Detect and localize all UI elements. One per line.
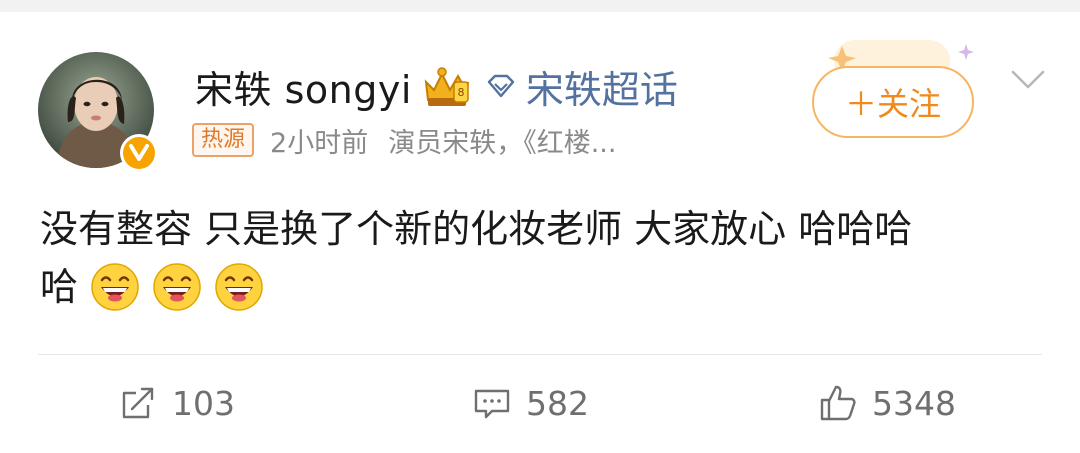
hot-source-tag[interactable]: 热源 bbox=[192, 123, 255, 157]
post-time: 2小时前 bbox=[270, 127, 369, 159]
post-text-line-1: 没有整容 只是换了个新的化妆老师 大家放心 哈哈哈 bbox=[40, 207, 913, 251]
comment-icon bbox=[474, 389, 510, 419]
repost-count: 103 bbox=[172, 383, 235, 423]
post-text-line-2-container: 哈 bbox=[40, 258, 1040, 316]
follow-button[interactable]: ＋关注 bbox=[812, 66, 974, 138]
post-text-line-2: 哈 bbox=[40, 265, 79, 309]
author-description: 演员宋轶，《红楼... bbox=[388, 127, 617, 159]
top-separator bbox=[0, 0, 1080, 12]
svg-text:8: 8 bbox=[457, 86, 464, 99]
supertopic-link[interactable]: 宋轶超话 bbox=[526, 59, 678, 114]
laughing-emoji-icon bbox=[91, 263, 139, 311]
repost-icon bbox=[122, 387, 154, 419]
post-meta: 热源 2小时前 演员宋轶，《红楼... bbox=[192, 122, 617, 159]
comment-count: 582 bbox=[526, 383, 589, 423]
laughing-emoji-icon bbox=[153, 263, 201, 311]
repost-button[interactable]: 103 bbox=[118, 380, 235, 426]
laughing-emoji-icon bbox=[215, 263, 263, 311]
verified-badge bbox=[120, 134, 158, 172]
action-bar-divider bbox=[38, 354, 1042, 355]
like-button[interactable]: 5348 bbox=[818, 380, 956, 426]
post-content: 没有整容 只是换了个新的化妆老师 大家放心 哈哈哈 哈 bbox=[40, 200, 1040, 316]
author-avatar-container[interactable] bbox=[38, 52, 158, 172]
thumbs-up-icon bbox=[820, 385, 856, 421]
like-count: 5348 bbox=[872, 383, 956, 423]
verified-v-icon bbox=[129, 144, 149, 161]
author-name[interactable]: 宋轶 songyi bbox=[195, 59, 412, 114]
crown-icon[interactable]: 8 bbox=[420, 64, 472, 108]
follow-button-label: ＋关注 bbox=[844, 85, 941, 123]
chevron-down-icon[interactable] bbox=[1008, 66, 1048, 94]
supertopic-diamond-icon[interactable] bbox=[486, 73, 516, 99]
author-header: 宋轶 songyi 8 宋轶超话 bbox=[195, 60, 678, 112]
comment-button[interactable]: 582 bbox=[472, 380, 589, 426]
